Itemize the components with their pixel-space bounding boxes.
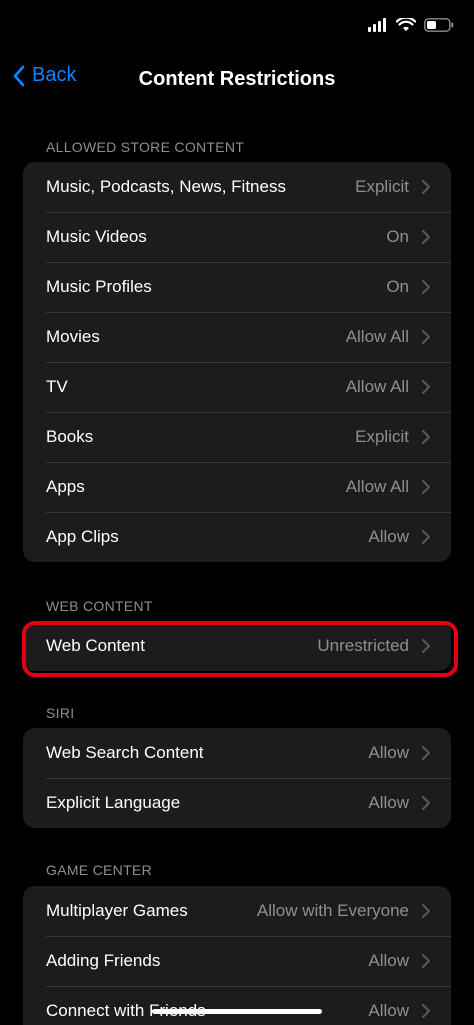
chevron-right-icon	[422, 639, 430, 653]
chevron-right-icon	[422, 796, 430, 810]
group-web-content: Web Content Unrestricted	[23, 621, 451, 671]
row-label: Web Content	[46, 636, 145, 655]
row-label: Music, Podcasts, News, Fitness	[46, 177, 286, 196]
row-value: Allow All	[345, 477, 409, 496]
row-music-videos[interactable]: Music Videos On	[23, 212, 451, 262]
back-button[interactable]: Back	[12, 64, 76, 87]
row-books[interactable]: Books Explicit	[23, 412, 451, 462]
row-web-search-content[interactable]: Web Search Content Allow	[23, 728, 451, 778]
row-value: On	[386, 227, 409, 246]
row-value: Allow	[368, 951, 409, 970]
group-game-center: Multiplayer Games Allow with Everyone Ad…	[23, 886, 451, 1025]
row-label: Apps	[46, 477, 85, 496]
row-value: Explicit	[355, 177, 409, 196]
row-app-clips[interactable]: App Clips Allow	[23, 512, 451, 562]
row-label: TV	[46, 377, 68, 396]
chevron-right-icon	[422, 1004, 430, 1018]
row-label: Adding Friends	[46, 951, 161, 970]
back-label: Back	[32, 64, 77, 86]
wifi-icon	[396, 18, 416, 31]
section-header-siri: SIRI	[46, 705, 75, 721]
cellular-signal-icon	[368, 18, 386, 32]
group-store-content: Music, Podcasts, News, Fitness Explicit …	[23, 162, 451, 562]
chevron-right-icon	[422, 330, 430, 344]
row-value: Allow All	[345, 377, 409, 396]
battery-icon	[424, 18, 454, 32]
row-label: Explicit Language	[46, 793, 181, 812]
row-multiplayer-games[interactable]: Multiplayer Games Allow with Everyone	[23, 886, 451, 936]
row-value: Allow	[368, 527, 409, 546]
group-siri: Web Search Content Allow Explicit Langua…	[23, 728, 451, 828]
chevron-right-icon	[422, 904, 430, 918]
chevron-right-icon	[422, 480, 430, 494]
row-label: App Clips	[46, 527, 119, 546]
row-label: Web Search Content	[46, 743, 204, 762]
chevron-right-icon	[422, 954, 430, 968]
row-apps[interactable]: Apps Allow All	[23, 462, 451, 512]
row-music-podcasts[interactable]: Music, Podcasts, News, Fitness Explicit	[23, 162, 451, 212]
section-header-store: ALLOWED STORE CONTENT	[46, 139, 245, 155]
row-value: Allow	[368, 1001, 409, 1020]
row-movies[interactable]: Movies Allow All	[23, 312, 451, 362]
row-value: On	[386, 277, 409, 296]
row-value: Unrestricted	[317, 636, 409, 655]
row-explicit-language[interactable]: Explicit Language Allow	[23, 778, 451, 828]
row-music-profiles[interactable]: Music Profiles On	[23, 262, 451, 312]
row-web-content[interactable]: Web Content Unrestricted	[23, 621, 451, 671]
row-value: Allow	[368, 743, 409, 762]
row-value: Allow with Everyone	[256, 901, 409, 920]
chevron-right-icon	[422, 746, 430, 760]
chevron-right-icon	[422, 280, 430, 294]
row-label: Multiplayer Games	[46, 901, 188, 920]
chevron-right-icon	[422, 230, 430, 244]
row-adding-friends[interactable]: Adding Friends Allow	[23, 936, 451, 986]
section-header-game-center: GAME CENTER	[46, 862, 152, 878]
chevron-left-icon	[13, 65, 25, 86]
status-icons	[368, 18, 454, 32]
chevron-right-icon	[422, 430, 430, 444]
row-label: Movies	[46, 327, 100, 346]
row-label: Books	[46, 427, 94, 446]
row-value: Allow	[368, 793, 409, 812]
navigation-bar: Content Restrictions Back	[0, 56, 474, 104]
row-connect-with-friends[interactable]: Connect with Friends Allow	[23, 986, 451, 1025]
status-bar	[0, 0, 474, 56]
chevron-right-icon	[422, 180, 430, 194]
row-tv[interactable]: TV Allow All	[23, 362, 451, 412]
row-value: Explicit	[355, 427, 409, 446]
row-label: Music Profiles	[46, 277, 152, 296]
row-label: Music Videos	[46, 227, 147, 246]
section-header-web: WEB CONTENT	[46, 598, 153, 614]
chevron-right-icon	[422, 380, 430, 394]
chevron-right-icon	[422, 530, 430, 544]
home-indicator[interactable]	[152, 1009, 322, 1014]
row-value: Allow All	[345, 327, 409, 346]
